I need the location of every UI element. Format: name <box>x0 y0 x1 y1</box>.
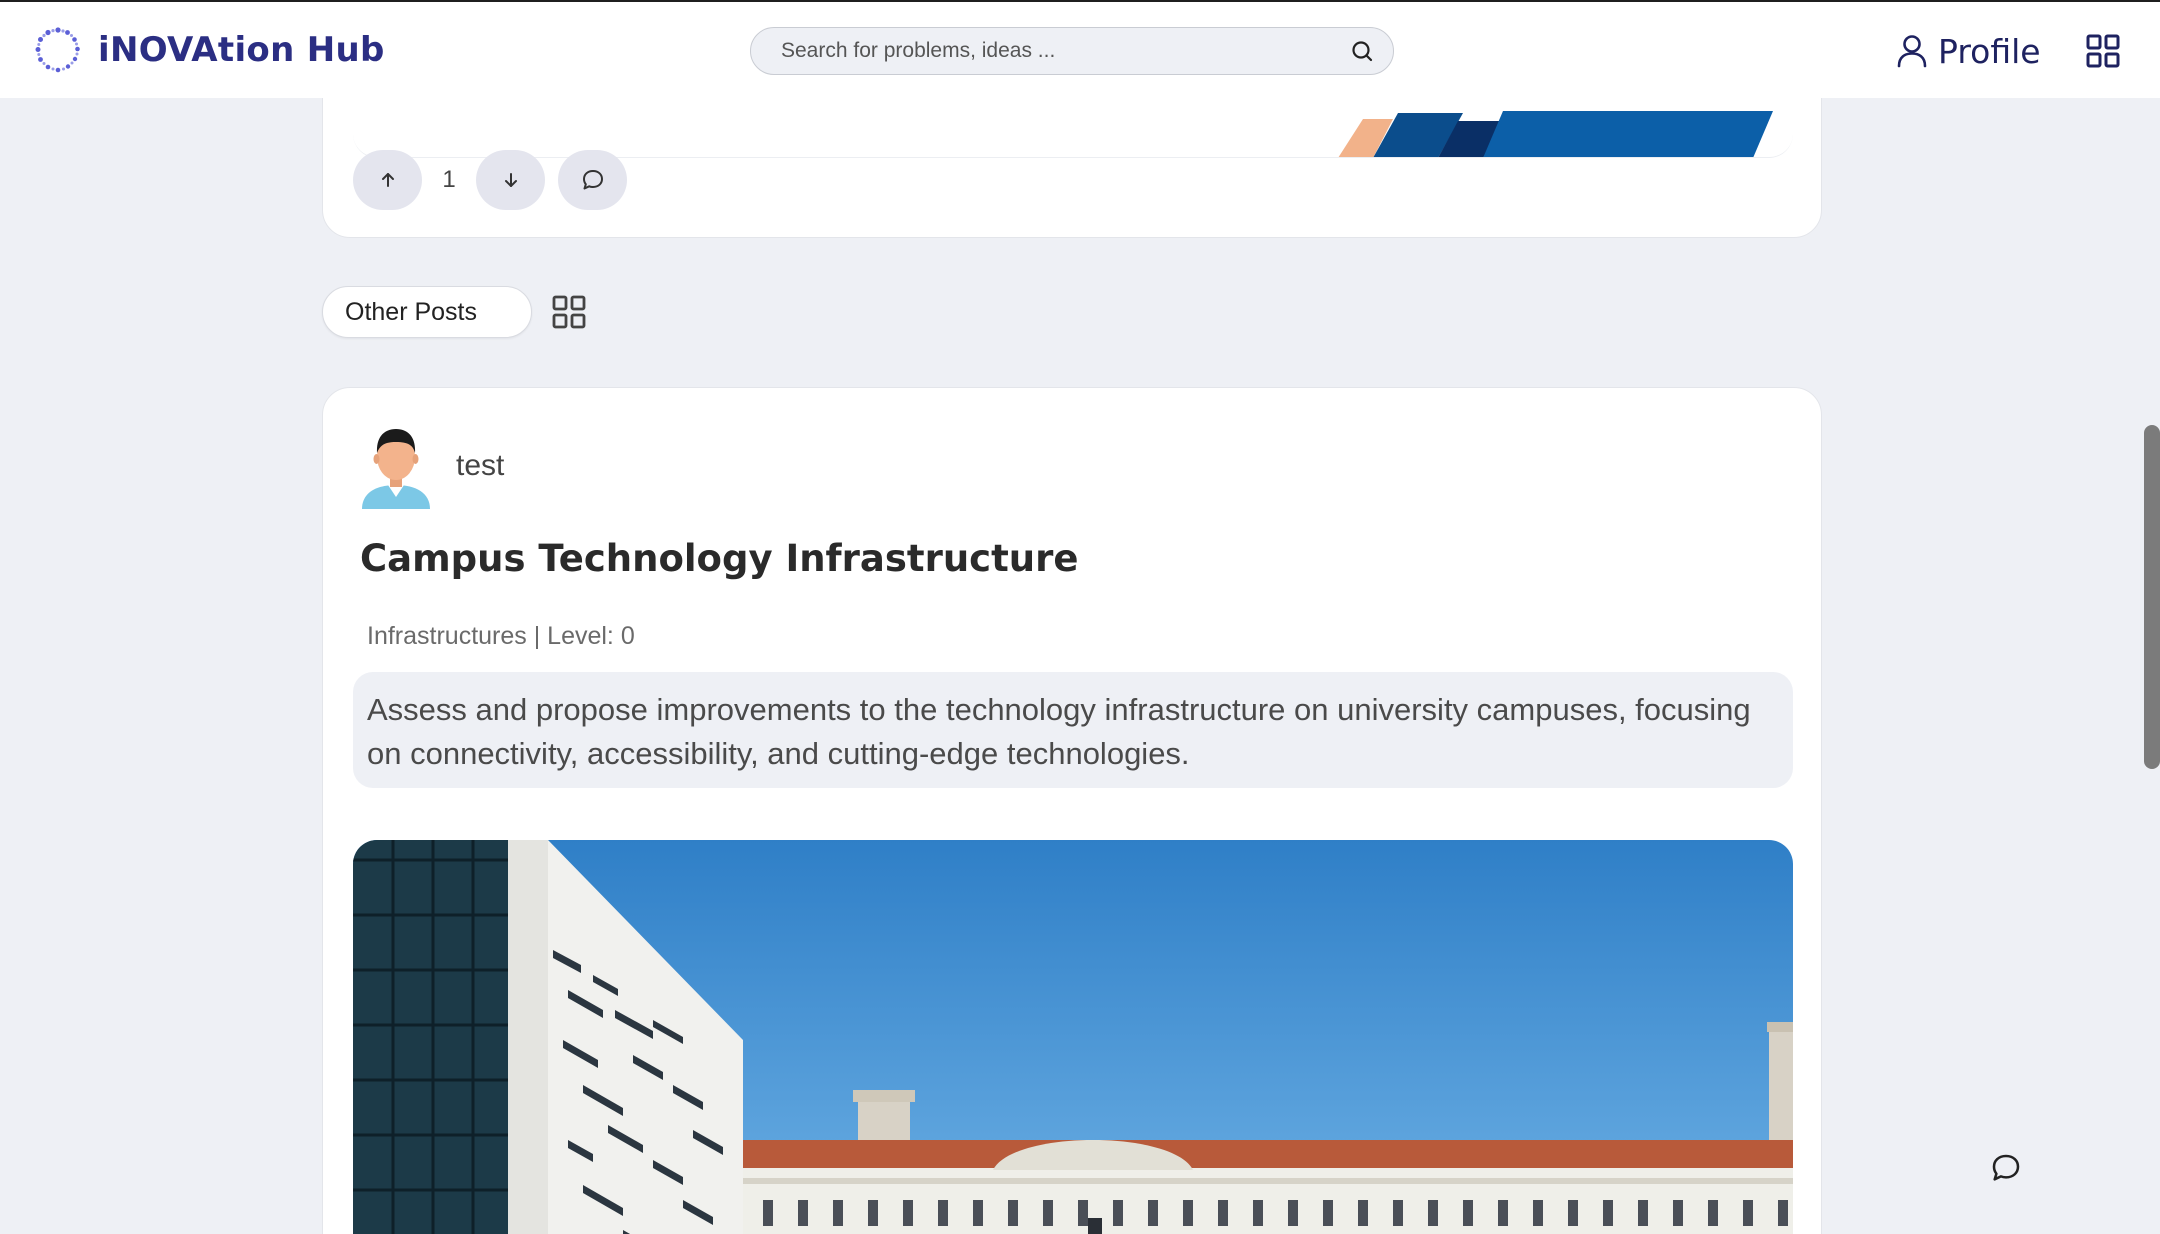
user-icon <box>1897 35 1927 68</box>
page-scrollbar-thumb[interactable] <box>2144 425 2160 769</box>
brand-logo[interactable]: iNOVAtion Hub <box>34 24 385 76</box>
author-name: test <box>456 449 505 482</box>
grid-view-toggle[interactable] <box>552 295 586 329</box>
search-bar <box>750 27 1394 75</box>
top-navbar: iNOVAtion Hub Profile <box>0 2 2160 98</box>
floating-chat-button[interactable] <box>1990 1152 2022 1184</box>
other-posts-header: Other Posts <box>322 286 586 338</box>
comment-icon <box>1992 1154 2020 1181</box>
arrow-down-icon <box>504 173 517 187</box>
comment-button[interactable] <box>558 150 627 210</box>
comment-icon <box>582 170 603 190</box>
post-title: Campus Technology Infrastructure <box>360 537 1079 580</box>
post-meta: Infrastructures | Level: 0 <box>367 622 635 650</box>
other-posts-tab[interactable]: Other Posts <box>322 286 532 338</box>
profile-label: Profile <box>1938 31 2041 71</box>
arrow-up-icon <box>381 173 394 187</box>
search-input[interactable] <box>781 39 1347 63</box>
post-author[interactable]: test <box>358 423 504 509</box>
grid-icon <box>2086 34 2120 68</box>
downvote-button[interactable] <box>476 150 545 210</box>
post-card: test Campus Technology Infrastructure In… <box>322 387 1822 1234</box>
apps-menu-button[interactable] <box>2086 34 2120 68</box>
search-icon[interactable] <box>1347 36 1377 66</box>
profile-link[interactable]: Profile <box>1896 28 2041 74</box>
vote-count: 1 <box>442 166 456 193</box>
post-image <box>353 840 1793 1234</box>
post-description: Assess and propose improvements to the t… <box>353 672 1793 788</box>
avatar <box>362 429 430 509</box>
previous-post-vote-bar: 1 <box>353 150 627 210</box>
logo-dots-icon <box>35 27 80 73</box>
brand-name: iNOVAtion Hub <box>98 30 385 70</box>
upvote-button[interactable] <box>353 150 422 210</box>
grid-icon <box>552 295 586 329</box>
